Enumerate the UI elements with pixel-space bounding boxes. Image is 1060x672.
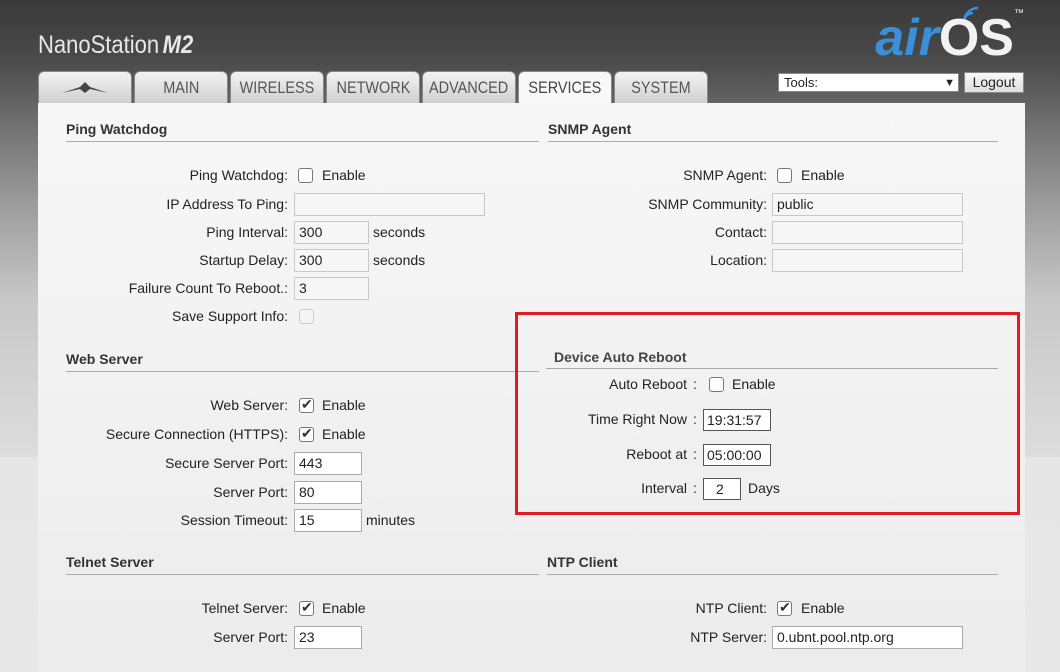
tab-system[interactable]: SYSTEM	[614, 71, 708, 103]
time-now-label: Time Right Now	[587, 411, 687, 427]
ntp-client-checkbox[interactable]	[777, 599, 792, 616]
secure-connection-label: Secure Connection (HTTPS):	[105, 426, 288, 442]
session-timeout-label: Session Timeout:	[180, 512, 288, 528]
tab-wireless[interactable]: WIRELESS	[230, 71, 324, 103]
reboot-at-colon: :	[693, 446, 697, 462]
ping-watchdog-label: Ping Watchdog:	[189, 167, 288, 183]
time-now-colon: :	[693, 411, 697, 427]
section-ntp-client: NTP Client	[547, 554, 998, 575]
tab-main[interactable]: MAIN	[134, 71, 228, 103]
section-ping-watchdog: Ping Watchdog	[66, 121, 539, 142]
tab-ubiquiti[interactable]	[38, 71, 132, 103]
section-web-server: Web Server	[66, 351, 539, 372]
interval-unit: Days	[748, 480, 780, 496]
reboot-at-label: Reboot at	[626, 446, 687, 462]
ip-to-ping-label: IP Address To Ping:	[166, 196, 288, 212]
ping-interval-unit: seconds	[373, 224, 426, 240]
snmp-agent-label: SNMP Agent:	[683, 167, 767, 183]
startup-delay-input[interactable]: 300	[294, 249, 369, 272]
auto-reboot-label: Auto Reboot	[609, 376, 687, 392]
contact-input[interactable]	[772, 221, 963, 244]
startup-delay-unit: seconds	[373, 252, 426, 268]
logout-button[interactable]: Logout	[964, 72, 1024, 93]
telnet-server-checkbox[interactable]	[299, 599, 314, 616]
ping-watchdog-enable-label: Enable	[322, 167, 366, 183]
section-telnet-server: Telnet Server	[66, 554, 539, 575]
snmp-community-label: SNMP Community:	[648, 196, 767, 212]
auto-reboot-enable-label: Enable	[732, 376, 776, 392]
failure-count-label: Failure Count To Reboot.:	[128, 280, 288, 296]
tab-advanced[interactable]: ADVANCED	[422, 71, 516, 103]
web-server-enable-label: Enable	[322, 397, 366, 413]
section-snmp-agent: SNMP Agent	[548, 121, 998, 142]
snmp-agent-checkbox[interactable]	[777, 168, 792, 183]
tab-services[interactable]: SERVICES	[518, 71, 612, 104]
ping-interval-input[interactable]: 300	[294, 221, 369, 244]
interval-label: Interval	[641, 480, 687, 496]
session-timeout-input[interactable]: 15	[294, 509, 362, 532]
product-name: NanoStation M2	[38, 31, 194, 59]
ntp-client-label: NTP Client:	[695, 600, 767, 616]
contact-label: Contact:	[714, 224, 767, 240]
ubiquiti-logo-icon	[62, 81, 108, 93]
device-auto-reboot-divider	[546, 368, 998, 369]
ntp-enable-label: Enable	[801, 600, 845, 616]
secure-connection-enable-label: Enable	[322, 426, 366, 442]
auto-reboot-checkbox[interactable]	[709, 377, 724, 392]
secure-connection-checkbox[interactable]	[299, 425, 314, 442]
ping-interval-label: Ping Interval:	[206, 224, 288, 240]
server-port-input[interactable]: 80	[294, 481, 362, 504]
ping-watchdog-checkbox[interactable]	[298, 168, 313, 183]
session-timeout-unit: minutes	[366, 512, 416, 528]
chevron-down-icon: ▼	[944, 77, 955, 89]
auto-reboot-colon: :	[693, 376, 697, 392]
time-now-input[interactable]: 19:31:57	[703, 409, 771, 431]
tab-network[interactable]: NETWORK	[326, 71, 420, 103]
server-port-label: Server Port:	[213, 484, 288, 500]
location-label: Location:	[710, 252, 767, 268]
section-device-auto-reboot: Device Auto Reboot	[554, 349, 687, 365]
location-input[interactable]	[772, 249, 963, 272]
ntp-server-label: NTP Server:	[690, 629, 767, 645]
save-support-info-checkbox[interactable]	[299, 309, 314, 324]
snmp-agent-enable-label: Enable	[801, 167, 845, 183]
failure-count-input[interactable]: 3	[294, 277, 369, 300]
tools-select[interactable]: Tools: ▼	[778, 73, 959, 92]
interval-colon: :	[693, 480, 697, 496]
secure-port-label: Secure Server Port:	[165, 455, 288, 471]
telnet-server-label: Telnet Server:	[201, 600, 288, 616]
snmp-community-input[interactable]: public	[772, 193, 963, 216]
reboot-at-input[interactable]: 05:00:00	[703, 444, 771, 466]
airos-logo: airOS™	[875, 8, 1024, 67]
web-server-label: Web Server:	[210, 397, 288, 413]
interval-input[interactable]: 2	[703, 478, 741, 500]
telnet-enable-label: Enable	[322, 600, 366, 616]
telnet-port-input[interactable]: 23	[294, 626, 362, 649]
web-server-checkbox[interactable]	[299, 396, 314, 413]
telnet-port-label: Server Port:	[213, 629, 288, 645]
ip-to-ping-input[interactable]	[294, 193, 485, 216]
startup-delay-label: Startup Delay:	[199, 252, 288, 268]
save-support-info-label: Save Support Info:	[172, 308, 288, 324]
main-tabs: MAIN WIRELESS NETWORK ADVANCED SERVICES …	[38, 71, 708, 104]
ntp-server-input[interactable]: 0.ubnt.pool.ntp.org	[772, 626, 963, 649]
secure-port-input[interactable]: 443	[294, 452, 362, 475]
